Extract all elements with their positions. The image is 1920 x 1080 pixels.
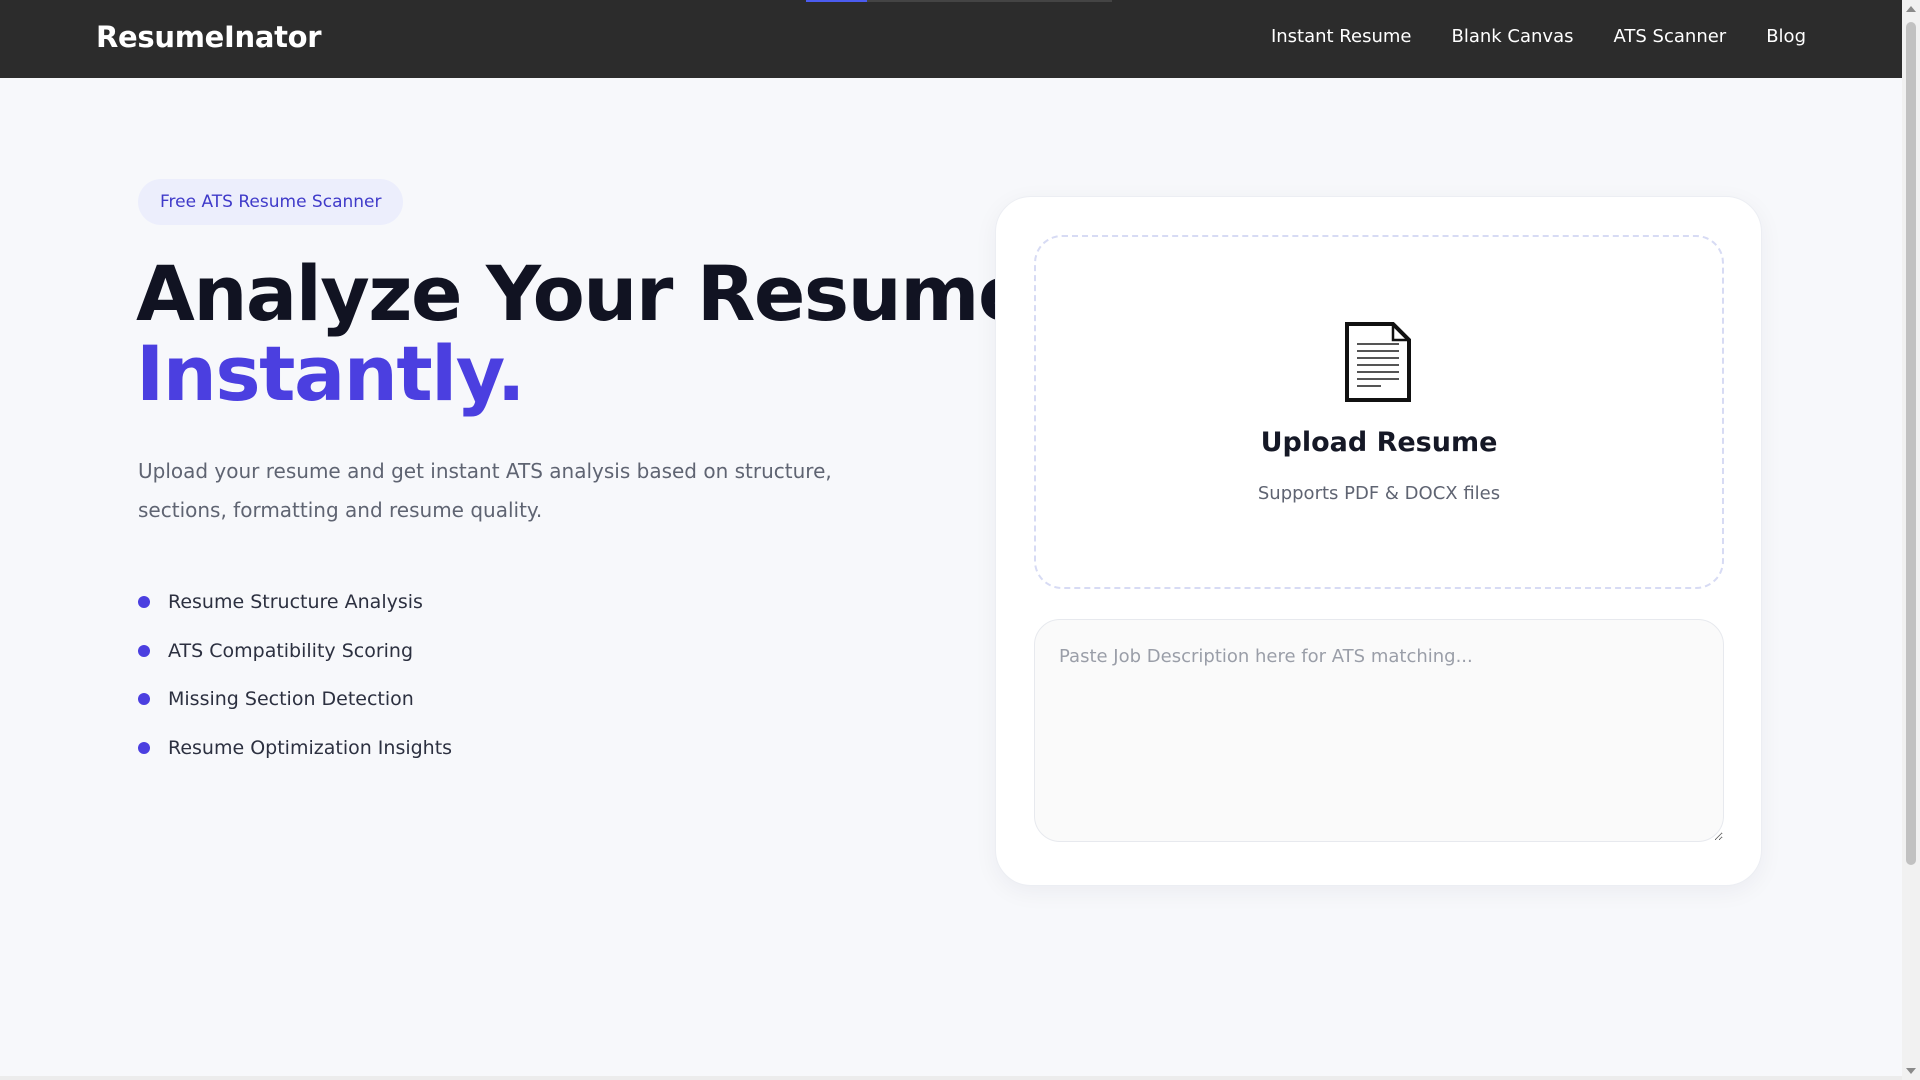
page-bottom-edge — [0, 1076, 1902, 1080]
bullet-dot-icon — [138, 693, 150, 706]
hero-headline-accent: Instantly. — [136, 329, 526, 418]
feature-item: ATS Compatibility Scoring — [138, 627, 452, 676]
scanner-card: Upload Resume Supports PDF & DOCX files — [995, 196, 1762, 886]
resume-upload-dropzone[interactable]: Upload Resume Supports PDF & DOCX files — [1034, 235, 1724, 589]
hero-badge: Free ATS Resume Scanner — [138, 179, 404, 225]
hero-headline: Analyze Your Resume Instantly. — [136, 254, 1030, 418]
top-navbar: ResumeInator Instant Resume Blank Canvas… — [0, 0, 1902, 78]
scrollbar-thumb[interactable] — [1906, 22, 1916, 865]
feature-item: Missing Section Detection — [138, 675, 452, 724]
hero-headline-line1: Analyze Your Resume — [136, 249, 1030, 338]
nav-link-instant-resume[interactable]: Instant Resume — [1271, 26, 1412, 47]
bullet-dot-icon — [138, 596, 150, 609]
feature-label: Resume Structure Analysis — [168, 591, 423, 614]
feature-label: ATS Compatibility Scoring — [168, 639, 414, 662]
nav-link-blog[interactable]: Blog — [1766, 26, 1806, 47]
scroll-down-arrow-icon[interactable] — [1906, 1068, 1916, 1074]
page-loading-bar — [806, 0, 1112, 2]
page: ResumeInator Instant Resume Blank Canvas… — [0, 0, 1902, 1080]
feature-item: Resume Optimization Insights — [138, 724, 452, 773]
page-loading-progress — [806, 0, 868, 2]
nav-link-ats-scanner[interactable]: ATS Scanner — [1614, 26, 1727, 47]
upload-title: Upload Resume — [1260, 427, 1498, 458]
scroll-up-arrow-icon[interactable] — [1906, 6, 1916, 12]
bullet-dot-icon — [138, 741, 150, 754]
job-description-textarea[interactable] — [1034, 619, 1724, 842]
feature-list: Resume Structure Analysis ATS Compatibil… — [138, 578, 452, 772]
main-nav: Instant Resume Blank Canvas ATS Scanner … — [1271, 26, 1806, 47]
upload-subtitle: Supports PDF & DOCX files — [1257, 483, 1501, 504]
feature-label: Resume Optimization Insights — [168, 736, 453, 759]
vertical-scrollbar[interactable] — [1902, 0, 1920, 1080]
brand-logo[interactable]: ResumeInator — [96, 20, 322, 54]
feature-label: Missing Section Detection — [168, 688, 414, 711]
nav-link-blank-canvas[interactable]: Blank Canvas — [1451, 26, 1573, 47]
hero-description: Upload your resume and get instant ATS a… — [138, 459, 832, 522]
bullet-dot-icon — [138, 644, 150, 657]
document-icon — [1345, 322, 1411, 402]
feature-item: Resume Structure Analysis — [138, 578, 452, 627]
